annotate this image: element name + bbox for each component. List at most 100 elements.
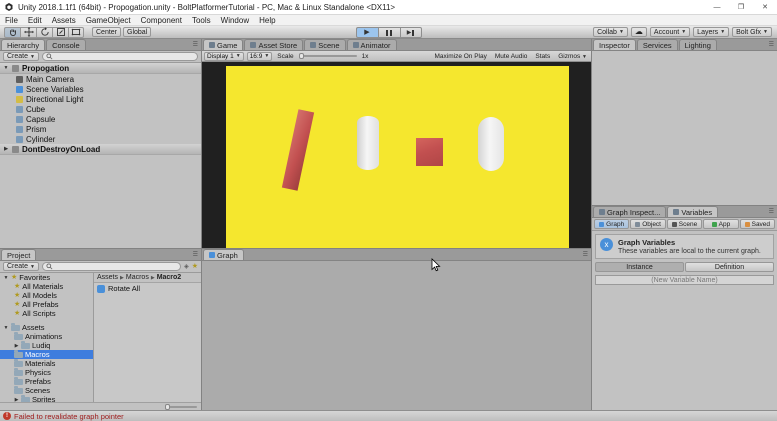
asset-item[interactable]: Rotate All (94, 283, 201, 294)
panel-menu-icon[interactable]: ☰ (193, 251, 198, 258)
favorite-item[interactable]: ★All Prefabs (0, 300, 93, 309)
foldout-icon[interactable]: ▶ (3, 146, 9, 152)
minimize-button[interactable]: — (705, 0, 729, 14)
graph-canvas[interactable] (202, 261, 591, 410)
menu-gameobject[interactable]: GameObject (81, 16, 136, 25)
collab-dropdown[interactable]: Collab▼ (593, 27, 628, 37)
play-button[interactable]: ▶ (356, 27, 378, 38)
breadcrumb-item[interactable]: Macros (126, 274, 149, 281)
zoom-slider-knob[interactable] (165, 404, 170, 410)
scale-slider[interactable] (299, 55, 357, 57)
favorite-item[interactable]: ★All Models (0, 291, 93, 300)
tab-scene[interactable]: Scene (304, 39, 345, 50)
search-input[interactable] (42, 262, 181, 271)
menu-window[interactable]: Window (216, 16, 254, 25)
scene-header[interactable]: ▶ DontDestroyOnLoad (0, 144, 201, 155)
orientation-toggle-button[interactable]: Global (123, 27, 151, 37)
scope-scene-button[interactable]: Scene (667, 219, 702, 229)
move-tool-button[interactable] (20, 27, 36, 38)
cloud-button[interactable]: ☁ (631, 27, 647, 37)
favorite-filter-icon[interactable]: ★ (192, 263, 198, 270)
assets-root[interactable]: ▼Assets (0, 323, 93, 332)
breadcrumb-item[interactable]: Assets (97, 274, 118, 281)
folder-item[interactable]: Materials (0, 359, 93, 368)
account-dropdown[interactable]: Account▼ (650, 27, 690, 37)
hierarchy-item[interactable]: Cube (0, 104, 201, 114)
menu-help[interactable]: Help (254, 16, 280, 25)
tab-project[interactable]: Project (1, 249, 36, 260)
hierarchy-item[interactable]: Cylinder (0, 134, 201, 144)
menu-edit[interactable]: Edit (23, 16, 47, 25)
gizmos-dropdown[interactable]: Gizmos ▼ (556, 53, 589, 60)
hierarchy-item[interactable]: Capsule (0, 114, 201, 124)
tab-game[interactable]: Game (203, 39, 243, 50)
folder-item[interactable]: ▶Sprites (0, 395, 93, 402)
breadcrumb-item[interactable]: Macro2 (157, 274, 182, 281)
menu-component[interactable]: Component (136, 16, 187, 25)
mute-audio-toggle[interactable]: Mute Audio (493, 53, 530, 60)
scope-saved-button[interactable]: Saved (740, 219, 775, 229)
panel-menu-icon[interactable]: ☰ (193, 41, 198, 48)
tab-console[interactable]: Console (46, 39, 86, 50)
hierarchy-item[interactable]: Scene Variables (0, 84, 201, 94)
maximize-button[interactable]: ❐ (729, 0, 753, 14)
tab-variables[interactable]: Variables (667, 206, 718, 217)
panel-menu-icon[interactable]: ☰ (769, 41, 774, 48)
status-bar[interactable]: ! Failed to revalidate graph pointer (0, 410, 777, 421)
folder-item[interactable]: Prefabs (0, 377, 93, 386)
folder-item[interactable]: Physics (0, 368, 93, 377)
aspect-dropdown[interactable]: 16:9▼ (247, 52, 273, 61)
scope-app-button[interactable]: App (703, 219, 738, 229)
menu-tools[interactable]: Tools (187, 16, 216, 25)
step-button[interactable]: ▶ (400, 27, 422, 38)
favorites-header[interactable]: ▼★Favorites (0, 273, 93, 282)
hand-tool-button[interactable] (4, 27, 20, 38)
instance-tab[interactable]: Instance (595, 262, 684, 272)
create-dropdown[interactable]: Create▼ (3, 52, 39, 61)
foldout-icon[interactable]: ▼ (3, 275, 9, 281)
scope-graph-button[interactable]: Graph (594, 219, 629, 229)
scale-tool-button[interactable] (52, 27, 68, 38)
panel-menu-icon[interactable]: ☰ (769, 208, 774, 215)
thumbnail-zoom-slider[interactable] (165, 406, 197, 408)
scale-slider-knob[interactable] (299, 53, 304, 59)
pivot-toggle-button[interactable]: Center (92, 27, 121, 37)
folder-item[interactable]: ▶Ludiq (0, 341, 93, 350)
tab-graph[interactable]: Graph (203, 249, 244, 260)
pause-button[interactable] (378, 27, 400, 38)
foldout-icon[interactable]: ▶ (14, 343, 19, 349)
folder-item[interactable]: Animations (0, 332, 93, 341)
menu-file[interactable]: File (0, 16, 23, 25)
tab-hierarchy[interactable]: Hierarchy (1, 39, 45, 50)
scene-header[interactable]: ▼ Propogation (0, 63, 201, 74)
panel-menu-icon[interactable]: ☰ (583, 251, 588, 258)
create-dropdown[interactable]: Create▼ (3, 262, 39, 271)
tab-graph-inspector[interactable]: Graph Inspect... (593, 206, 666, 217)
folder-item-selected[interactable]: Macros (0, 350, 93, 359)
stats-toggle[interactable]: Stats (533, 53, 552, 60)
layout-dropdown[interactable]: Bolt Gfx▼ (732, 27, 772, 37)
maximize-on-play-toggle[interactable]: Maximize On Play (432, 53, 488, 60)
tab-animator[interactable]: Animator (347, 39, 397, 50)
scope-object-button[interactable]: Object (630, 219, 665, 229)
tab-inspector[interactable]: Inspector (593, 39, 636, 50)
menu-assets[interactable]: Assets (47, 16, 81, 25)
favorite-item[interactable]: ★All Scripts (0, 309, 93, 318)
tab-services[interactable]: Services (637, 39, 678, 50)
hierarchy-item[interactable]: Main Camera (0, 74, 201, 84)
tab-lighting[interactable]: Lighting (679, 39, 717, 50)
rect-tool-button[interactable] (68, 27, 84, 38)
foldout-icon[interactable]: ▼ (3, 325, 9, 331)
layers-dropdown[interactable]: Layers▼ (693, 27, 729, 37)
folder-item[interactable]: Scenes (0, 386, 93, 395)
display-dropdown[interactable]: Display 1▼ (204, 52, 244, 61)
hierarchy-item[interactable]: Prism (0, 124, 201, 134)
close-button[interactable]: ✕ (753, 0, 777, 14)
search-filter-icon[interactable]: ◈ (184, 263, 189, 270)
new-variable-input[interactable]: (New Variable Name) (595, 275, 774, 285)
rotate-tool-button[interactable] (36, 27, 52, 38)
search-input[interactable] (42, 52, 198, 61)
definition-tab[interactable]: Definition (685, 262, 774, 272)
hierarchy-item[interactable]: Directional Light (0, 94, 201, 104)
foldout-icon[interactable]: ▼ (3, 65, 9, 71)
